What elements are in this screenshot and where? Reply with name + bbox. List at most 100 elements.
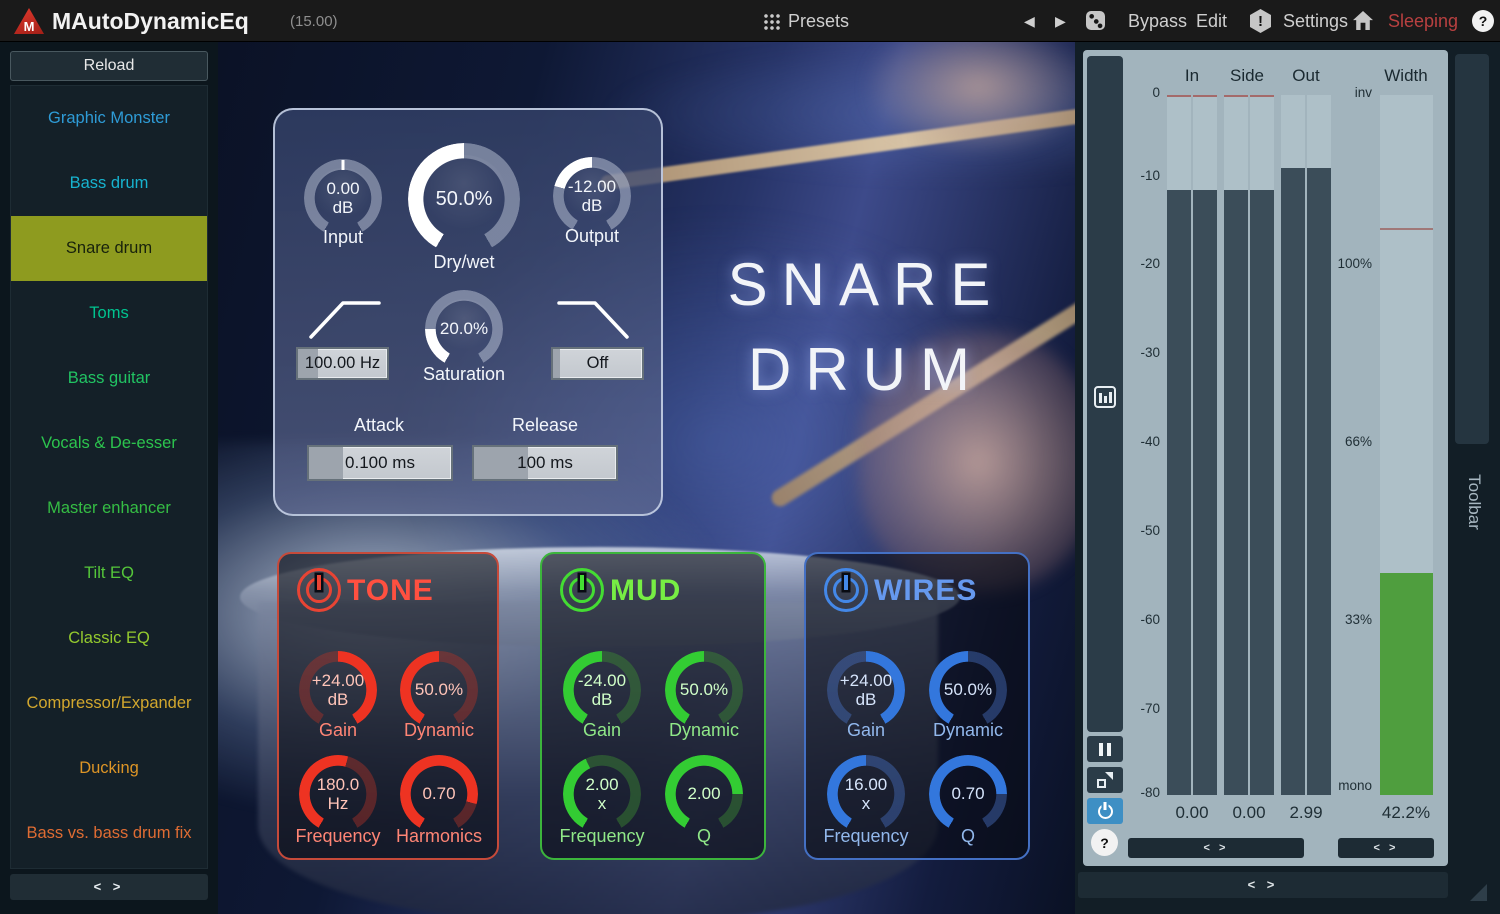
preset-item-bass-drum[interactable]: Bass drum: [11, 151, 207, 216]
out-value: 2.99: [1276, 803, 1336, 823]
meters-help-icon[interactable]: ?: [1091, 829, 1118, 856]
global-controls-panel: 0.00dB Input 50.0% Dry/wet -12.00dB Outp…: [273, 108, 663, 516]
lowpass-frequency-box[interactable]: Off: [551, 347, 644, 380]
preset-title-line2: DRUM: [636, 327, 1075, 412]
width-scale-100: 100%: [1326, 256, 1372, 271]
wires-frequency-knob[interactable]: 16.00x: [827, 755, 905, 833]
preset-item-master-enhancer[interactable]: Master enhancer: [11, 476, 207, 541]
tone-frequency-knob[interactable]: 180.0Hz: [299, 755, 377, 833]
preset-item-ducking[interactable]: Ducking: [11, 736, 207, 801]
preset-item-bass-guitar[interactable]: Bass guitar: [11, 346, 207, 411]
presets-grid-icon: [763, 13, 780, 30]
wires-dynamic-knob[interactable]: 50.0%: [929, 651, 1007, 729]
plugin-window: M MAutoDynamicEq (15.00) Presets ◀ ▶ Byp…: [0, 0, 1500, 914]
input-gain-knob[interactable]: 0.00dB: [304, 159, 382, 237]
meter-side-left[interactable]: [1224, 95, 1248, 795]
random-preset-dice-icon[interactable]: [1086, 11, 1105, 30]
highpass-filter-icon: [305, 295, 383, 343]
preset-item-classic-eq[interactable]: Classic EQ: [11, 606, 207, 671]
sleeping-status[interactable]: Sleeping: [1388, 0, 1458, 42]
wires-dynamic-label: Dynamic: [918, 720, 1018, 741]
preset-item-compressor-expander[interactable]: Compressor/Expander: [11, 671, 207, 736]
meter-header-side: Side: [1222, 66, 1272, 86]
bypass-button[interactable]: Bypass: [1128, 0, 1187, 42]
tone-harmonics-label: Harmonics: [389, 826, 489, 847]
next-preset-button[interactable]: ▶: [1055, 0, 1066, 42]
tone-harmonics-knob[interactable]: 0.70: [400, 755, 478, 833]
wires-q-label: Q: [918, 826, 1018, 847]
mud-frequency-knob[interactable]: 2.00x: [563, 755, 641, 833]
wires-power-icon[interactable]: [824, 568, 868, 612]
lowpass-filter-icon: [555, 295, 633, 343]
mud-q-knob[interactable]: 2.00: [665, 755, 743, 833]
tone-power-icon[interactable]: [297, 568, 341, 612]
meter-in-right[interactable]: [1193, 95, 1217, 795]
preset-item-graphic-monster[interactable]: Graphic Monster: [11, 86, 207, 151]
saturation-knob[interactable]: 20.0%: [425, 290, 503, 368]
saturation-knob-label: Saturation: [414, 364, 514, 385]
wires-q-knob[interactable]: 0.70: [929, 755, 1007, 833]
band-panel-wires: WIRES +24.00dB Gain 50.0% Dynamic 16.00x…: [804, 552, 1030, 860]
wires-gain-knob[interactable]: +24.00dB: [827, 651, 905, 729]
toolbar-scrollbar[interactable]: [1455, 54, 1489, 444]
app-version: (15.00): [290, 0, 338, 44]
presets-button[interactable]: Presets: [788, 0, 849, 42]
wires-title: WIRES: [874, 574, 977, 608]
meter-out-left[interactable]: [1281, 95, 1305, 795]
attack-slider[interactable]: 0.100 ms: [307, 445, 453, 481]
width-scale-inv: inv: [1326, 85, 1372, 100]
tone-gain-knob[interactable]: +24.00dB: [299, 651, 377, 729]
main-editor-area: SNARE DRUM 0.00dB Input 50.0% Dry/wet -1…: [218, 42, 1075, 914]
width-horizontal-scrollbar[interactable]: < >: [1338, 838, 1434, 858]
sidebar-horizontal-scrollbar[interactable]: < >: [10, 874, 208, 900]
preset-item-toms[interactable]: Toms: [11, 281, 207, 346]
preset-item-tilt-eq[interactable]: Tilt EQ: [11, 541, 207, 606]
limiter-warning-icon[interactable]: !: [1250, 9, 1271, 33]
release-label: Release: [495, 415, 595, 436]
mud-gain-label: Gain: [552, 720, 652, 741]
edit-button[interactable]: Edit: [1196, 0, 1227, 42]
meter-header-in: In: [1167, 66, 1217, 86]
preset-item-bass-vs-bass-drum-fix[interactable]: Bass vs. bass drum fix: [11, 801, 207, 866]
background-haze: [598, 42, 1075, 182]
band-panel-mud: MUD -24.00dB Gain 50.0% Dynamic 2.00x Fr…: [540, 552, 766, 860]
previous-preset-button[interactable]: ◀: [1024, 0, 1035, 42]
preset-item-vocals-deesser[interactable]: Vocals & De-esser: [11, 411, 207, 476]
pause-button[interactable]: [1087, 736, 1123, 762]
input-knob-label: Input: [293, 227, 393, 248]
release-slider[interactable]: 100 ms: [472, 445, 618, 481]
meters-power-button[interactable]: [1087, 798, 1123, 824]
preset-list: Graphic Monster Bass drum Snare drum Tom…: [10, 85, 208, 869]
mud-frequency-label: Frequency: [552, 826, 652, 847]
home-icon[interactable]: [1353, 11, 1373, 30]
band-panel-tone: TONE +24.00dB Gain 50.0% Dynamic 180.0Hz…: [277, 552, 499, 860]
scale-60: -60: [1110, 612, 1160, 627]
wires-gain-label: Gain: [816, 720, 916, 741]
mud-dynamic-label: Dynamic: [654, 720, 754, 741]
analyzer-icon[interactable]: [1094, 386, 1116, 408]
meter-in-left[interactable]: [1167, 95, 1191, 795]
meters-horizontal-scrollbar[interactable]: < >: [1128, 838, 1304, 858]
output-gain-knob[interactable]: -12.00dB: [553, 157, 631, 235]
title-bar: M MAutoDynamicEq (15.00) Presets ◀ ▶ Byp…: [0, 0, 1500, 42]
mud-power-icon[interactable]: [560, 568, 604, 612]
window-resize-handle[interactable]: [1470, 884, 1487, 901]
tone-title: TONE: [347, 574, 434, 608]
tone-dynamic-knob[interactable]: 50.0%: [400, 651, 478, 729]
settings-button[interactable]: Settings: [1283, 0, 1348, 42]
mud-q-label: Q: [654, 826, 754, 847]
highpass-frequency-box[interactable]: 100.00 Hz: [296, 347, 389, 380]
mud-dynamic-knob[interactable]: 50.0%: [665, 651, 743, 729]
scale-10: -10: [1110, 168, 1160, 183]
meter-panel-bottom-scrollbar[interactable]: < >: [1078, 872, 1448, 898]
meter-side-right[interactable]: [1250, 95, 1274, 795]
preset-item-snare-drum-selected[interactable]: Snare drum: [11, 216, 207, 281]
mud-gain-knob[interactable]: -24.00dB: [563, 651, 641, 729]
dry-wet-knob[interactable]: 50.0%: [408, 143, 520, 255]
meter-width[interactable]: [1380, 95, 1433, 795]
width-scale-66: 66%: [1326, 434, 1372, 449]
reload-button[interactable]: Reload: [10, 51, 208, 81]
help-icon[interactable]: ?: [1472, 10, 1494, 32]
preset-title-line1: SNARE: [636, 242, 1075, 327]
width-value: 42.2%: [1371, 803, 1441, 823]
